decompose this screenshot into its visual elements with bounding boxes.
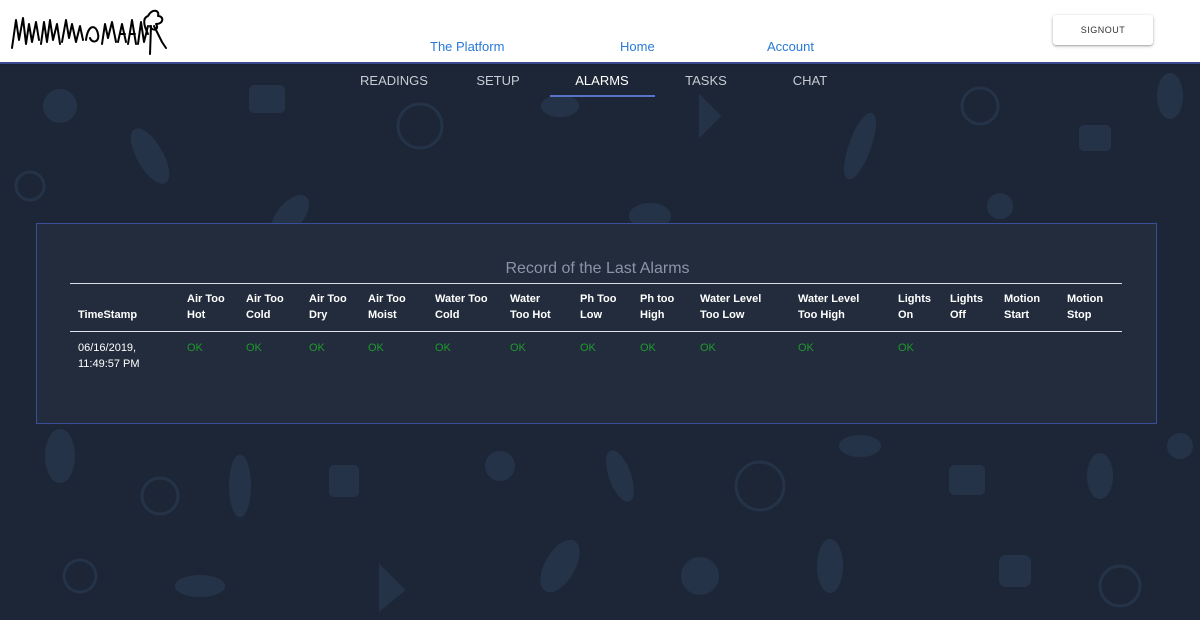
column-header-line2: Moist bbox=[368, 309, 397, 321]
nav-link-home[interactable]: Home bbox=[620, 39, 655, 54]
column-header-air-too-moist: Air Too Moist bbox=[360, 283, 427, 332]
column-header-line1: Motion bbox=[1004, 293, 1041, 305]
column-header-lights-off: Lights Off bbox=[942, 283, 996, 332]
tab-readings[interactable]: READINGS bbox=[342, 66, 446, 98]
column-header-timestamp: TimeStamp bbox=[70, 283, 179, 332]
column-header-line2: TimeStamp bbox=[78, 309, 138, 321]
column-header-air-too-dry: Air Too Dry bbox=[301, 283, 360, 332]
tab-alarms[interactable]: ALARMS bbox=[550, 66, 654, 98]
column-header-line1: Air Too bbox=[309, 293, 347, 305]
tab-chat[interactable]: CHAT bbox=[758, 66, 862, 98]
column-header-line2: Start bbox=[1004, 309, 1030, 321]
column-header-line2: Cold bbox=[435, 309, 460, 321]
timestamp-cell: 06/16/2019, 11:49:57 PM bbox=[70, 332, 179, 381]
column-header-water-too-cold: Water Too Cold bbox=[427, 283, 502, 332]
tab-tasks[interactable]: TASKS bbox=[654, 66, 758, 98]
table-row: 06/16/2019, 11:49:57 PM OK OK OK OK OK OK… bbox=[70, 332, 1122, 381]
active-tab-indicator bbox=[550, 95, 655, 97]
status-cell-air-too-cold: OK bbox=[246, 342, 262, 354]
table-header-row: TimeStamp Air Too Hot Air Too Cold Air Too… bbox=[70, 283, 1122, 332]
status-cell-air-too-moist: OK bbox=[368, 342, 384, 354]
status-cell-lights-on: OK bbox=[898, 342, 914, 354]
timestamp-time: 11:49:57 PM bbox=[78, 358, 140, 370]
column-header-air-too-cold: Air Too Cold bbox=[238, 283, 301, 332]
column-header-line1: Air Too bbox=[246, 293, 284, 305]
column-header-line2: Hot bbox=[187, 309, 206, 321]
column-header-line1: Water bbox=[510, 293, 541, 305]
column-header-line1: Water Too bbox=[435, 293, 488, 305]
column-header-motion-start: Motion Start bbox=[996, 283, 1059, 332]
column-header-line1: Air Too bbox=[368, 293, 406, 305]
status-cell-ph-too-high: OK bbox=[640, 342, 656, 354]
column-header-lights-on: Lights On bbox=[890, 283, 942, 332]
column-header-line2: Stop bbox=[1067, 309, 1092, 321]
column-header-water-level-too-high: Water Level Too High bbox=[790, 283, 890, 332]
timestamp-date: 06/16/2019, bbox=[78, 342, 137, 354]
column-header-line2: Too Low bbox=[700, 309, 745, 321]
status-cell-water-too-cold: OK bbox=[435, 342, 451, 354]
brand-logo[interactable] bbox=[10, 4, 170, 58]
panel-title: Record of the Last Alarms bbox=[505, 260, 690, 277]
alarms-table: TimeStamp Air Too Hot Air Too Cold Air Too… bbox=[70, 283, 1122, 380]
column-header-ph-too-low: Ph Too Low bbox=[572, 283, 632, 332]
status-cell-ph-too-low: OK bbox=[580, 342, 596, 354]
column-header-line1: Ph Too bbox=[580, 293, 617, 305]
top-header: The Platform Home Account SIGNOUT bbox=[0, 0, 1200, 64]
status-cell-air-too-hot: OK bbox=[187, 342, 203, 354]
signout-button[interactable]: SIGNOUT bbox=[1053, 15, 1153, 45]
column-header-ph-too-high: Ph too High bbox=[632, 283, 692, 332]
status-cell-motion-start bbox=[996, 332, 1059, 381]
status-cell-motion-stop bbox=[1059, 332, 1122, 381]
status-cell-air-too-dry: OK bbox=[309, 342, 325, 354]
status-cell-water-level-too-high: OK bbox=[798, 342, 814, 354]
column-header-line1: Water Level bbox=[798, 293, 860, 305]
column-header-line2: On bbox=[898, 309, 914, 321]
status-cell-lights-off bbox=[942, 332, 996, 381]
column-header-water-too-hot: Water Too Hot bbox=[502, 283, 572, 332]
column-header-water-level-too-low: Water Level Too Low bbox=[692, 283, 790, 332]
column-header-line2: Low bbox=[580, 309, 602, 321]
column-header-line2: Off bbox=[950, 309, 966, 321]
column-header-line2: High bbox=[640, 309, 665, 321]
column-header-line2: Dry bbox=[309, 309, 328, 321]
tab-setup[interactable]: SETUP bbox=[446, 66, 550, 98]
column-header-line1: Lights bbox=[898, 293, 931, 305]
column-header-line2: Cold bbox=[246, 309, 271, 321]
status-cell-water-too-hot: OK bbox=[510, 342, 526, 354]
nav-link-the-platform[interactable]: The Platform bbox=[430, 39, 504, 54]
column-header-line1: Air Too bbox=[187, 293, 225, 305]
section-tabs: READINGS SETUP ALARMS TASKS CHAT bbox=[0, 66, 1200, 98]
column-header-line1: Water Level bbox=[700, 293, 762, 305]
column-header-line2: Too Hot bbox=[510, 309, 551, 321]
column-header-line2: Too High bbox=[798, 309, 845, 321]
column-header-air-too-hot: Air Too Hot bbox=[179, 283, 238, 332]
column-header-motion-stop: Motion Stop bbox=[1059, 283, 1122, 332]
alarms-panel: Record of the Last Alarms TimeStamp Air … bbox=[36, 223, 1157, 424]
column-header-line1: Motion bbox=[1067, 293, 1104, 305]
column-header-line1: Ph too bbox=[640, 293, 675, 305]
column-header-line1: Lights bbox=[950, 293, 983, 305]
status-cell-water-level-too-low: OK bbox=[700, 342, 716, 354]
nav-link-account[interactable]: Account bbox=[767, 39, 814, 54]
